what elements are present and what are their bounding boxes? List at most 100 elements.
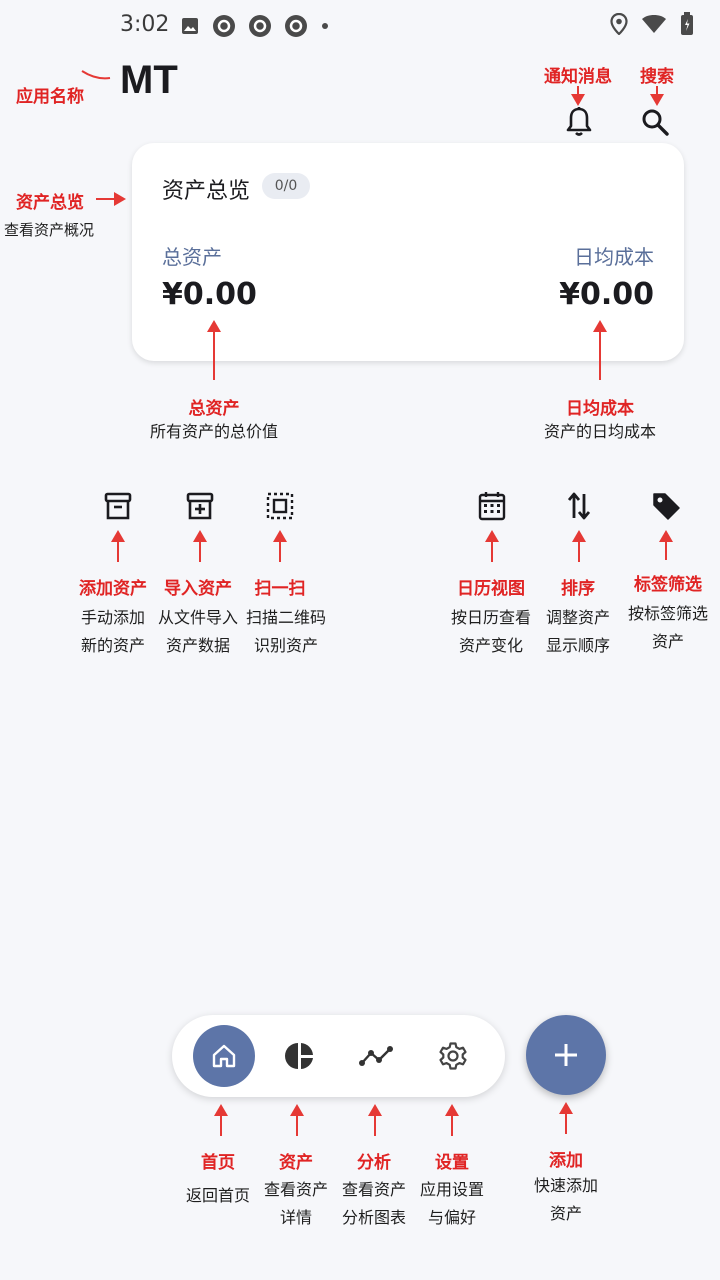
search-button[interactable] xyxy=(637,104,673,140)
annotation-search: 搜索 xyxy=(640,67,674,87)
annotation-nav-home: 首页 xyxy=(201,1153,235,1173)
annotation-nav-assets-desc2: 详情 xyxy=(279,1208,313,1227)
annotation-nav-assets-desc1: 查看资产 xyxy=(263,1180,329,1199)
scan-icon xyxy=(266,492,294,520)
annotation-calendar: 日历视图 xyxy=(457,579,525,599)
add-asset-button[interactable] xyxy=(98,486,138,526)
status-system-icons xyxy=(610,12,694,36)
annotation-overview-desc: 查看资产概况 xyxy=(4,221,95,239)
annotation-fab-add-desc1: 快速添加 xyxy=(533,1176,599,1195)
annotation-nav-settings-desc2: 与偏好 xyxy=(427,1208,477,1227)
tag-icon xyxy=(653,493,680,520)
add-fab-button[interactable] xyxy=(526,1015,606,1095)
more-dot-icon xyxy=(322,23,328,29)
annotation-scan-desc2: 识别资产 xyxy=(253,636,319,655)
annotation-nav-analysis-desc2: 分析图表 xyxy=(341,1208,407,1227)
app-notification-icon xyxy=(249,15,271,37)
annotation-app-name: 应用名称 xyxy=(16,87,84,107)
annotation-add-asset-desc2: 新的资产 xyxy=(80,636,146,655)
wifi-icon xyxy=(642,15,666,33)
nav-assets[interactable] xyxy=(269,1025,331,1087)
sort-button[interactable] xyxy=(559,486,599,526)
annotation-arrow xyxy=(207,320,221,380)
annotation-arrow xyxy=(485,530,499,562)
annotation-overview: 资产总览 xyxy=(16,193,84,213)
annotation-fab-add-desc2: 资产 xyxy=(549,1204,583,1223)
app-notification-icon xyxy=(285,15,307,37)
annotation-total-assets-desc: 所有资产的总价值 xyxy=(149,422,279,441)
notifications-button[interactable] xyxy=(561,104,597,140)
total-assets-label: 总资产 xyxy=(162,245,222,269)
annotation-arrow xyxy=(572,530,586,562)
annotation-total-assets: 总资产 xyxy=(188,399,240,419)
annotation-import-asset-desc2: 资产数据 xyxy=(165,636,231,655)
nav-home[interactable] xyxy=(193,1025,255,1087)
home-icon xyxy=(212,1044,236,1068)
annotation-tag-filter-desc2: 资产 xyxy=(651,632,685,651)
location-icon xyxy=(610,13,628,35)
line-chart-icon xyxy=(359,1046,393,1066)
count-badge: 0/0 xyxy=(262,173,310,199)
annotation-nav-analysis: 分析 xyxy=(357,1153,391,1173)
annotation-scan: 扫一扫 xyxy=(254,579,306,599)
annotation-arrow xyxy=(193,530,207,562)
annotation-arrow xyxy=(650,86,664,106)
annotation-notifications: 通知消息 xyxy=(544,67,612,87)
annotation-nav-assets: 资产 xyxy=(279,1153,313,1173)
tag-filter-button[interactable] xyxy=(646,486,686,526)
annotation-sort-desc1: 调整资产 xyxy=(545,608,611,627)
app-notification-icon xyxy=(213,15,235,37)
annotation-arrow xyxy=(368,1104,382,1136)
annotation-nav-settings-desc1: 应用设置 xyxy=(419,1180,485,1199)
annotation-scan-desc1: 扫描二维码 xyxy=(245,608,327,627)
bell-icon xyxy=(566,107,592,136)
annotation-tag-filter-desc1: 按标签筛选 xyxy=(627,604,709,623)
annotation-calendar-desc1: 按日历查看 xyxy=(450,608,532,627)
pie-chart-icon xyxy=(285,1043,313,1069)
calendar-icon xyxy=(478,492,506,521)
annotation-daily-cost-desc: 资产的日均成本 xyxy=(543,422,657,441)
scan-button[interactable] xyxy=(260,486,300,526)
archive-icon xyxy=(104,492,132,520)
annotation-pointer xyxy=(81,70,111,80)
import-asset-button[interactable] xyxy=(180,486,220,526)
annotation-sort-desc2: 显示顺序 xyxy=(545,636,611,655)
annotation-arrow xyxy=(290,1104,304,1136)
annotation-add-asset-desc1: 手动添加 xyxy=(80,608,146,627)
status-notification-icons xyxy=(180,14,330,38)
image-notification-icon xyxy=(182,18,198,34)
app-title: MT xyxy=(120,58,178,102)
plus-icon xyxy=(555,1044,577,1066)
annotation-sort: 排序 xyxy=(561,579,595,599)
annotation-arrow xyxy=(659,530,673,560)
annotation-calendar-desc2: 资产变化 xyxy=(458,636,524,655)
nav-analysis[interactable] xyxy=(345,1025,407,1087)
annotation-fab-add: 添加 xyxy=(549,1151,583,1171)
import-box-icon xyxy=(186,492,214,520)
annotation-arrow xyxy=(96,192,126,206)
annotation-arrow xyxy=(593,320,607,380)
annotation-add-asset: 添加资产 xyxy=(79,579,147,599)
nav-settings[interactable] xyxy=(422,1025,484,1087)
bottom-navigation xyxy=(172,1015,505,1097)
status-time: 3:02 xyxy=(120,12,170,37)
sort-icon xyxy=(567,492,591,520)
daily-cost-label: 日均成本 xyxy=(574,245,654,269)
annotation-nav-home-desc1: 返回首页 xyxy=(185,1186,251,1205)
annotation-tag-filter: 标签筛选 xyxy=(634,575,702,595)
annotation-arrow xyxy=(559,1102,573,1134)
annotation-arrow xyxy=(445,1104,459,1136)
battery-icon xyxy=(681,12,693,35)
daily-cost-value: ¥0.00 xyxy=(559,277,654,312)
gear-icon xyxy=(439,1042,467,1070)
annotation-nav-analysis-desc1: 查看资产 xyxy=(341,1180,407,1199)
card-title: 资产总览 xyxy=(162,179,251,204)
annotation-arrow xyxy=(273,530,287,562)
annotation-arrow xyxy=(571,86,585,106)
annotation-arrow xyxy=(214,1104,228,1136)
calendar-view-button[interactable] xyxy=(472,486,512,526)
search-icon xyxy=(642,109,669,136)
annotation-import-asset: 导入资产 xyxy=(164,579,232,599)
annotation-nav-settings: 设置 xyxy=(435,1153,469,1173)
annotation-daily-cost: 日均成本 xyxy=(566,399,634,419)
